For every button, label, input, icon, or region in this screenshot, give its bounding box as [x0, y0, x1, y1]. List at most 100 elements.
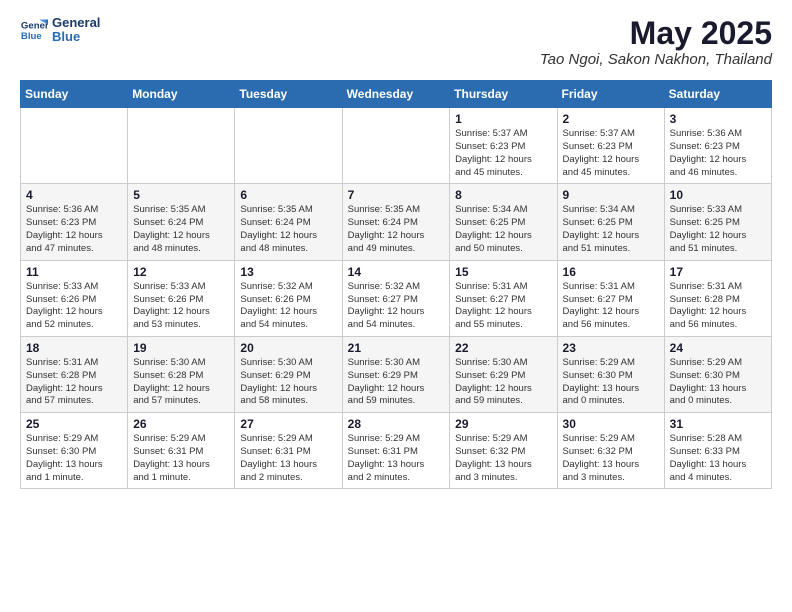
calendar-cell	[21, 108, 128, 184]
calendar-week-4: 18 Sunrise: 5:31 AM Sunset: 6:28 PM Dayli…	[21, 336, 772, 412]
weekday-header-monday: Monday	[128, 81, 235, 108]
day-number: 28	[348, 417, 445, 431]
calendar-cell: 17Sunrise: 5:31 AM Sunset: 6:28 PM Dayli…	[664, 260, 771, 336]
calendar-cell: 27 Sunrise: 5:29 AM Sunset: 6:31 PM Dayli…	[235, 413, 342, 489]
day-number: 20	[240, 341, 336, 355]
day-number: 19	[133, 341, 229, 355]
cell-details: Sunrise: 5:31 AM Sunset: 6:27 PM Dayligh…	[563, 281, 659, 332]
cell-details: Sunrise: 5:29 AM Sunset: 6:31 PM Dayligh…	[133, 433, 229, 484]
calendar-cell: 19 Sunrise: 5:30 AM Sunset: 6:28 PM Dayli…	[128, 336, 235, 412]
day-number: 11	[26, 265, 122, 279]
cell-details: Sunrise: 5:29 AM Sunset: 6:32 PM Dayligh…	[455, 433, 551, 484]
day-number: 2	[563, 112, 659, 126]
logo-line2: Blue	[52, 30, 100, 44]
cell-details: Sunrise: 5:35 AM Sunset: 6:24 PM Dayligh…	[240, 204, 336, 255]
cell-details: Sunrise: 5:33 AM Sunset: 6:26 PM Dayligh…	[133, 281, 229, 332]
calendar-cell: 30Sunrise: 5:29 AM Sunset: 6:32 PM Dayli…	[557, 413, 664, 489]
cell-details: Sunrise: 5:29 AM Sunset: 6:31 PM Dayligh…	[348, 433, 445, 484]
cell-details: Sunrise: 5:29 AM Sunset: 6:31 PM Dayligh…	[240, 433, 336, 484]
day-number: 18	[26, 341, 122, 355]
calendar-cell: 24 Sunrise: 5:29 AM Sunset: 6:30 PM Dayli…	[664, 336, 771, 412]
calendar-cell: 23 Sunrise: 5:29 AM Sunset: 6:30 PM Dayli…	[557, 336, 664, 412]
calendar-table: SundayMondayTuesdayWednesdayThursdayFrid…	[20, 80, 772, 489]
calendar-week-1: 1Sunrise: 5:37 AM Sunset: 6:23 PM Daylig…	[21, 108, 772, 184]
weekday-header-friday: Friday	[557, 81, 664, 108]
day-number: 27	[240, 417, 336, 431]
svg-text:Blue: Blue	[21, 31, 42, 42]
cell-details: Sunrise: 5:30 AM Sunset: 6:29 PM Dayligh…	[455, 357, 551, 408]
day-number: 24	[670, 341, 766, 355]
day-number: 31	[670, 417, 766, 431]
day-number: 15	[455, 265, 551, 279]
calendar-cell: 10 Sunrise: 5:33 AM Sunset: 6:25 PM Dayli…	[664, 184, 771, 260]
day-number: 22	[455, 341, 551, 355]
day-number: 6	[240, 188, 336, 202]
calendar-cell: 25 Sunrise: 5:29 AM Sunset: 6:30 PM Dayli…	[21, 413, 128, 489]
weekday-header-thursday: Thursday	[450, 81, 557, 108]
cell-details: Sunrise: 5:31 AM Sunset: 6:27 PM Dayligh…	[455, 281, 551, 332]
cell-details: Sunrise: 5:28 AM Sunset: 6:33 PM Dayligh…	[670, 433, 766, 484]
day-number: 13	[240, 265, 336, 279]
calendar-cell: 11 Sunrise: 5:33 AM Sunset: 6:26 PM Dayli…	[21, 260, 128, 336]
calendar-cell: 4 Sunrise: 5:36 AM Sunset: 6:23 PM Daylig…	[21, 184, 128, 260]
calendar-cell: 28 Sunrise: 5:29 AM Sunset: 6:31 PM Dayli…	[342, 413, 450, 489]
logo-line1: General	[52, 16, 100, 30]
calendar-cell: 29Sunrise: 5:29 AM Sunset: 6:32 PM Dayli…	[450, 413, 557, 489]
calendar-cell: 21Sunrise: 5:30 AM Sunset: 6:29 PM Dayli…	[342, 336, 450, 412]
day-number: 10	[670, 188, 766, 202]
weekday-header-wednesday: Wednesday	[342, 81, 450, 108]
cell-details: Sunrise: 5:29 AM Sunset: 6:32 PM Dayligh…	[563, 433, 659, 484]
cell-details: Sunrise: 5:35 AM Sunset: 6:24 PM Dayligh…	[133, 204, 229, 255]
weekday-header-saturday: Saturday	[664, 81, 771, 108]
calendar-cell: 20 Sunrise: 5:30 AM Sunset: 6:29 PM Dayli…	[235, 336, 342, 412]
calendar-week-2: 4 Sunrise: 5:36 AM Sunset: 6:23 PM Daylig…	[21, 184, 772, 260]
day-number: 23	[563, 341, 659, 355]
calendar-cell: 31 Sunrise: 5:28 AM Sunset: 6:33 PM Dayli…	[664, 413, 771, 489]
calendar-cell: 18 Sunrise: 5:31 AM Sunset: 6:28 PM Dayli…	[21, 336, 128, 412]
cell-details: Sunrise: 5:36 AM Sunset: 6:23 PM Dayligh…	[670, 128, 766, 179]
day-number: 5	[133, 188, 229, 202]
cell-details: Sunrise: 5:31 AM Sunset: 6:28 PM Dayligh…	[26, 357, 122, 408]
calendar-cell: 13Sunrise: 5:32 AM Sunset: 6:26 PM Dayli…	[235, 260, 342, 336]
cell-details: Sunrise: 5:31 AM Sunset: 6:28 PM Dayligh…	[670, 281, 766, 332]
calendar-cell: 9Sunrise: 5:34 AM Sunset: 6:25 PM Daylig…	[557, 184, 664, 260]
calendar-cell	[235, 108, 342, 184]
calendar-cell: 22 Sunrise: 5:30 AM Sunset: 6:29 PM Dayli…	[450, 336, 557, 412]
day-number: 16	[563, 265, 659, 279]
calendar-cell	[128, 108, 235, 184]
cell-details: Sunrise: 5:37 AM Sunset: 6:23 PM Dayligh…	[563, 128, 659, 179]
calendar-cell: 26 Sunrise: 5:29 AM Sunset: 6:31 PM Dayli…	[128, 413, 235, 489]
calendar-cell: 6 Sunrise: 5:35 AM Sunset: 6:24 PM Daylig…	[235, 184, 342, 260]
cell-details: Sunrise: 5:33 AM Sunset: 6:25 PM Dayligh…	[670, 204, 766, 255]
calendar-cell: 15 Sunrise: 5:31 AM Sunset: 6:27 PM Dayli…	[450, 260, 557, 336]
cell-details: Sunrise: 5:33 AM Sunset: 6:26 PM Dayligh…	[26, 281, 122, 332]
cell-details: Sunrise: 5:29 AM Sunset: 6:30 PM Dayligh…	[563, 357, 659, 408]
calendar-cell: 3 Sunrise: 5:36 AM Sunset: 6:23 PM Daylig…	[664, 108, 771, 184]
day-number: 4	[26, 188, 122, 202]
cell-details: Sunrise: 5:32 AM Sunset: 6:27 PM Dayligh…	[348, 281, 445, 332]
cell-details: Sunrise: 5:30 AM Sunset: 6:29 PM Dayligh…	[240, 357, 336, 408]
weekday-header-row: SundayMondayTuesdayWednesdayThursdayFrid…	[21, 81, 772, 108]
day-number: 8	[455, 188, 551, 202]
cell-details: Sunrise: 5:36 AM Sunset: 6:23 PM Dayligh…	[26, 204, 122, 255]
cell-details: Sunrise: 5:30 AM Sunset: 6:28 PM Dayligh…	[133, 357, 229, 408]
cell-details: Sunrise: 5:34 AM Sunset: 6:25 PM Dayligh…	[455, 204, 551, 255]
day-number: 26	[133, 417, 229, 431]
cell-details: Sunrise: 5:30 AM Sunset: 6:29 PM Dayligh…	[348, 357, 445, 408]
calendar-cell: 14Sunrise: 5:32 AM Sunset: 6:27 PM Dayli…	[342, 260, 450, 336]
page-header: General Blue General Blue May 2025 Tao N…	[20, 16, 772, 68]
cell-details: Sunrise: 5:29 AM Sunset: 6:30 PM Dayligh…	[670, 357, 766, 408]
calendar-cell	[342, 108, 450, 184]
day-number: 12	[133, 265, 229, 279]
cell-details: Sunrise: 5:37 AM Sunset: 6:23 PM Dayligh…	[455, 128, 551, 179]
calendar-cell: 1Sunrise: 5:37 AM Sunset: 6:23 PM Daylig…	[450, 108, 557, 184]
title-block: May 2025 Tao Ngoi, Sakon Nakhon, Thailan…	[540, 16, 772, 68]
calendar-cell: 16 Sunrise: 5:31 AM Sunset: 6:27 PM Dayli…	[557, 260, 664, 336]
logo: General Blue General Blue	[20, 16, 100, 45]
day-number: 25	[26, 417, 122, 431]
day-number: 3	[670, 112, 766, 126]
month-title: May 2025	[540, 16, 772, 51]
calendar-cell: 5 Sunrise: 5:35 AM Sunset: 6:24 PM Daylig…	[128, 184, 235, 260]
cell-details: Sunrise: 5:29 AM Sunset: 6:30 PM Dayligh…	[26, 433, 122, 484]
calendar-week-5: 25 Sunrise: 5:29 AM Sunset: 6:30 PM Dayli…	[21, 413, 772, 489]
